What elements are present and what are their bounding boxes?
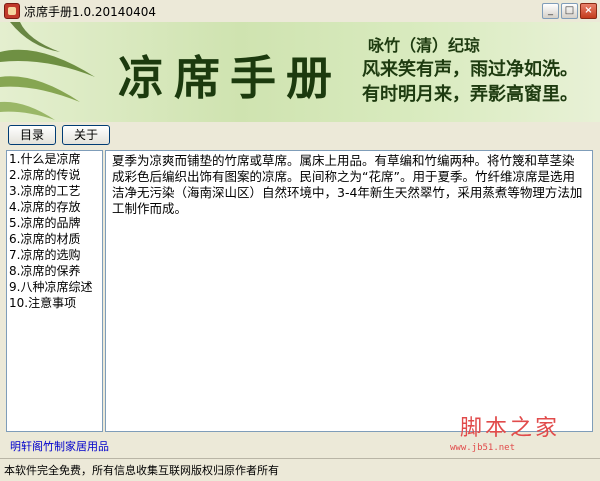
poem-line-1: 风来笑有声，雨过净如洗。 (362, 59, 578, 80)
list-item[interactable]: 9.八种凉席综述 (7, 279, 102, 295)
poem-heading: 咏竹（清）纪琼 (368, 36, 481, 55)
close-button[interactable]: × (580, 3, 597, 19)
contents-button[interactable]: 目录 (8, 125, 56, 145)
list-item[interactable]: 3.凉席的工艺 (7, 183, 102, 199)
status-text: 本软件完全免费，所有信息收集互联网版权归原作者所有 (4, 464, 279, 477)
watermark-logo: 脚本之家 (460, 416, 561, 441)
toc-list[interactable]: 1.什么是凉席 2.凉席的传说 3.凉席的工艺 4.凉席的存放 5.凉席的品牌 … (6, 150, 103, 432)
poem-line-2: 有时明月来，弄影高窗里。 (362, 84, 578, 105)
list-item[interactable]: 10.注意事项 (7, 295, 102, 311)
app-icon (4, 3, 20, 19)
app-title: 凉席手册 (118, 51, 342, 105)
header-banner: 凉席手册 咏竹（清）纪琼 风来笑有声，雨过净如洗。 有时明月来，弄影高窗里。 (0, 22, 600, 122)
list-item[interactable]: 6.凉席的材质 (7, 231, 102, 247)
minimize-button[interactable]: _ (542, 3, 559, 19)
list-item[interactable]: 1.什么是凉席 (7, 151, 102, 167)
content-text: 夏季为凉爽而铺垫的竹席或草席。属床上用品。有草编和竹编两种。将竹篾和草茎染成彩色… (112, 153, 583, 216)
content-pane[interactable]: 夏季为凉爽而铺垫的竹席或草席。属床上用品。有草编和竹编两种。将竹篾和草茎染成彩色… (105, 150, 593, 432)
vendor-link[interactable]: 明轩阁竹制家居用品 (10, 438, 109, 454)
list-item[interactable]: 5.凉席的品牌 (7, 215, 102, 231)
bamboo-leaves-icon (0, 22, 95, 120)
window-title: 凉席手册1.0.20140404 (24, 5, 156, 19)
about-button[interactable]: 关于 (62, 125, 110, 145)
list-item[interactable]: 2.凉席的传说 (7, 167, 102, 183)
title-bar: 凉席手册1.0.20140404 _ □ × (0, 0, 600, 23)
toolbar: 目录 关于 (0, 122, 600, 148)
list-item[interactable]: 8.凉席的保养 (7, 263, 102, 279)
maximize-button[interactable]: □ (561, 3, 578, 19)
list-item[interactable]: 7.凉席的选购 (7, 247, 102, 263)
status-bar: 本软件完全免费，所有信息收集互联网版权归原作者所有 (0, 458, 600, 481)
watermark-url: www.jb51.net (450, 443, 516, 453)
list-item[interactable]: 4.凉席的存放 (7, 199, 102, 215)
